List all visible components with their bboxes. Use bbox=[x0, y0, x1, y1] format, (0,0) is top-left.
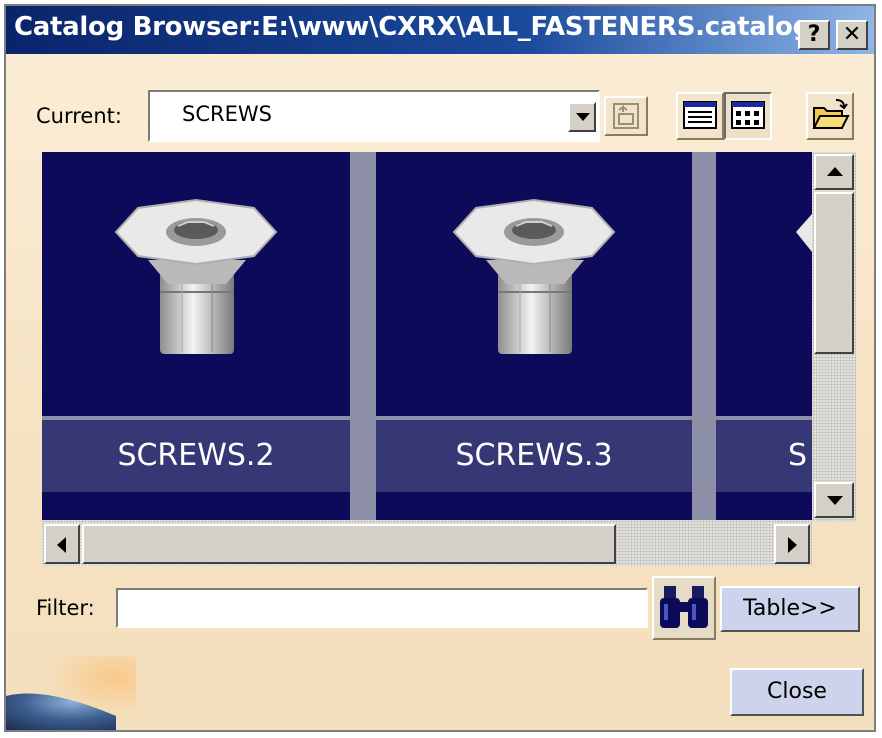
title-bar[interactable]: Catalog Browser:E:\www\CXRX\ALL_FASTENER… bbox=[6, 6, 874, 54]
catalog-thumbnail-view[interactable]: SCREWS.2 SCREWS.3 S bbox=[42, 152, 812, 520]
globe-decoration-icon bbox=[6, 656, 136, 730]
chevron-down-icon bbox=[576, 113, 590, 121]
close-window-button[interactable]: ✕ bbox=[836, 20, 868, 50]
arrow-left-icon bbox=[57, 537, 66, 553]
details-view-button[interactable] bbox=[676, 92, 724, 140]
thumbnail-partial[interactable] bbox=[716, 152, 812, 416]
parent-level-icon bbox=[613, 103, 639, 129]
screw-icon bbox=[452, 198, 616, 354]
icon-view-icon bbox=[731, 101, 765, 129]
scroll-left-button[interactable] bbox=[44, 524, 80, 564]
filter-label: Filter: bbox=[36, 596, 95, 620]
thumbnail-label: SCREWS.3 bbox=[376, 420, 692, 492]
thumbnail-next-row[interactable] bbox=[42, 492, 350, 520]
vertical-scrollbar[interactable] bbox=[812, 152, 856, 522]
thumbnail-label: SCREWS.2 bbox=[42, 420, 350, 492]
thumbnail-label: S bbox=[716, 420, 812, 492]
arrow-right-icon bbox=[788, 537, 797, 553]
current-combo[interactable]: SCREWS bbox=[148, 90, 600, 142]
vertical-scroll-thumb[interactable] bbox=[814, 192, 854, 354]
screw-icon bbox=[114, 198, 278, 354]
icon-view-button[interactable] bbox=[724, 92, 772, 140]
horizontal-scroll-thumb[interactable] bbox=[82, 524, 616, 564]
thumbnail-screws-2[interactable] bbox=[42, 152, 350, 416]
current-label: Current: bbox=[36, 104, 122, 128]
window-title: Catalog Browser:E:\www\CXRX\ALL_FASTENER… bbox=[14, 12, 811, 42]
thumbnail-next-row[interactable] bbox=[716, 492, 812, 520]
find-button[interactable] bbox=[652, 576, 716, 640]
details-view-icon bbox=[683, 101, 717, 129]
help-button[interactable]: ? bbox=[798, 20, 830, 50]
parent-level-button[interactable] bbox=[604, 96, 648, 136]
open-folder-icon bbox=[812, 99, 850, 129]
table-button[interactable]: Table>> bbox=[720, 586, 860, 632]
thumbnail-next-row[interactable] bbox=[376, 492, 692, 520]
current-value: SCREWS bbox=[182, 102, 272, 126]
screw-icon bbox=[796, 214, 812, 252]
close-button[interactable]: Close bbox=[730, 668, 864, 716]
thumbnail-screws-3[interactable] bbox=[376, 152, 692, 416]
scroll-down-button[interactable] bbox=[814, 482, 854, 518]
catalog-browser-window: Catalog Browser:E:\www\CXRX\ALL_FASTENER… bbox=[4, 4, 876, 732]
scroll-up-button[interactable] bbox=[814, 154, 854, 190]
horizontal-scrollbar[interactable] bbox=[42, 520, 812, 566]
filter-input[interactable] bbox=[116, 588, 648, 628]
binoculars-icon bbox=[660, 586, 708, 628]
arrow-up-icon bbox=[827, 167, 843, 176]
scroll-right-button[interactable] bbox=[774, 524, 810, 564]
open-catalog-button[interactable] bbox=[806, 92, 854, 140]
arrow-down-icon bbox=[827, 496, 843, 505]
combo-dropdown-button[interactable] bbox=[568, 102, 596, 132]
